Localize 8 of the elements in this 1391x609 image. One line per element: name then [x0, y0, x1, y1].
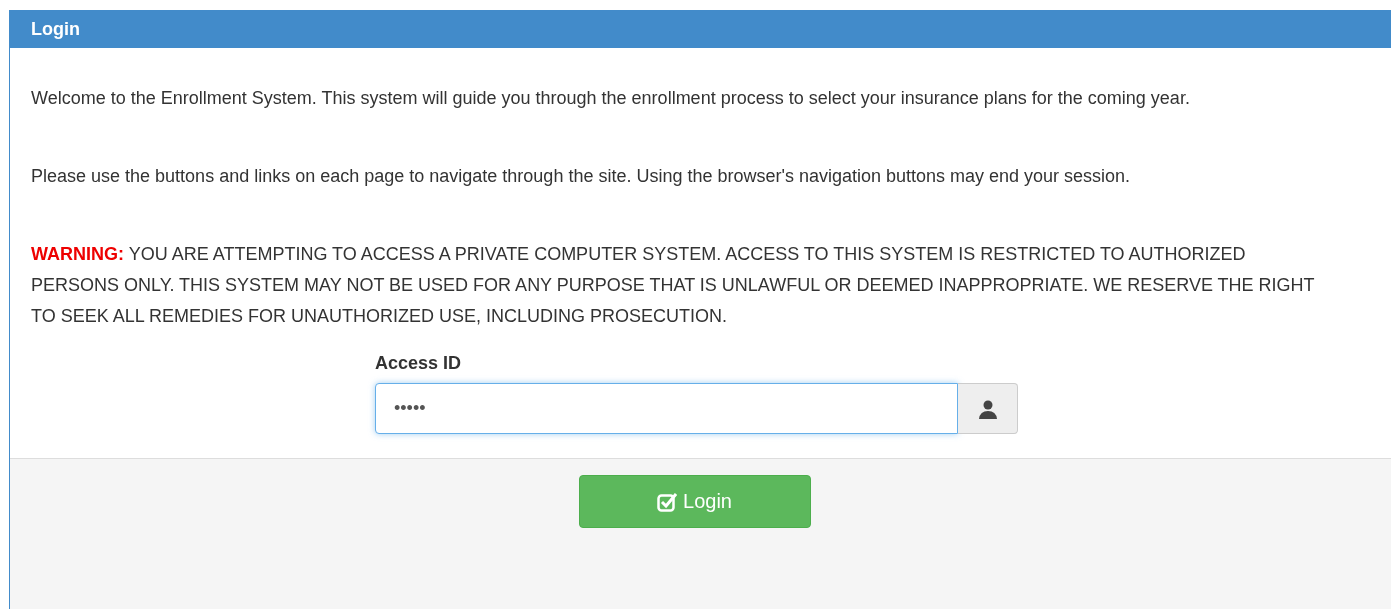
warning-text: WARNING: YOU ARE ATTEMPTING TO ACCESS A PRIVATE COMPUTER SYSTEM. ACCESS TO THIS SYSTEM IS RESTRICTED TO AUTHORIZED PERSONS ONLY. THIS SYSTEM MAY NOT BE USED FOR ANY PURPOSE THAT IS UNLAWFUL OR DEEMED INAPPROPRIATE. WE RESERVE THE RIGHT TO SEEK ALL REMEDIES FOR UNAUTHORIZED USE, INCLUDING PROSECUTION.	[31, 243, 1316, 328]
access-id-field[interactable]: •••••	[375, 383, 958, 434]
user-icon	[977, 398, 998, 419]
panel-title: Login	[31, 19, 80, 40]
welcome-text: Please use the buttons and links on each page to navigate through the site. Using the browser's navigation buttons may end your session.	[31, 165, 1132, 188]
field-label: Access ID	[375, 353, 462, 374]
checkbox-icon	[657, 491, 678, 512]
welcome-text: Welcome to the Enrollment System. This system will guide you through the enrollment process to select your insurance plans for the coming year.	[31, 87, 1191, 110]
